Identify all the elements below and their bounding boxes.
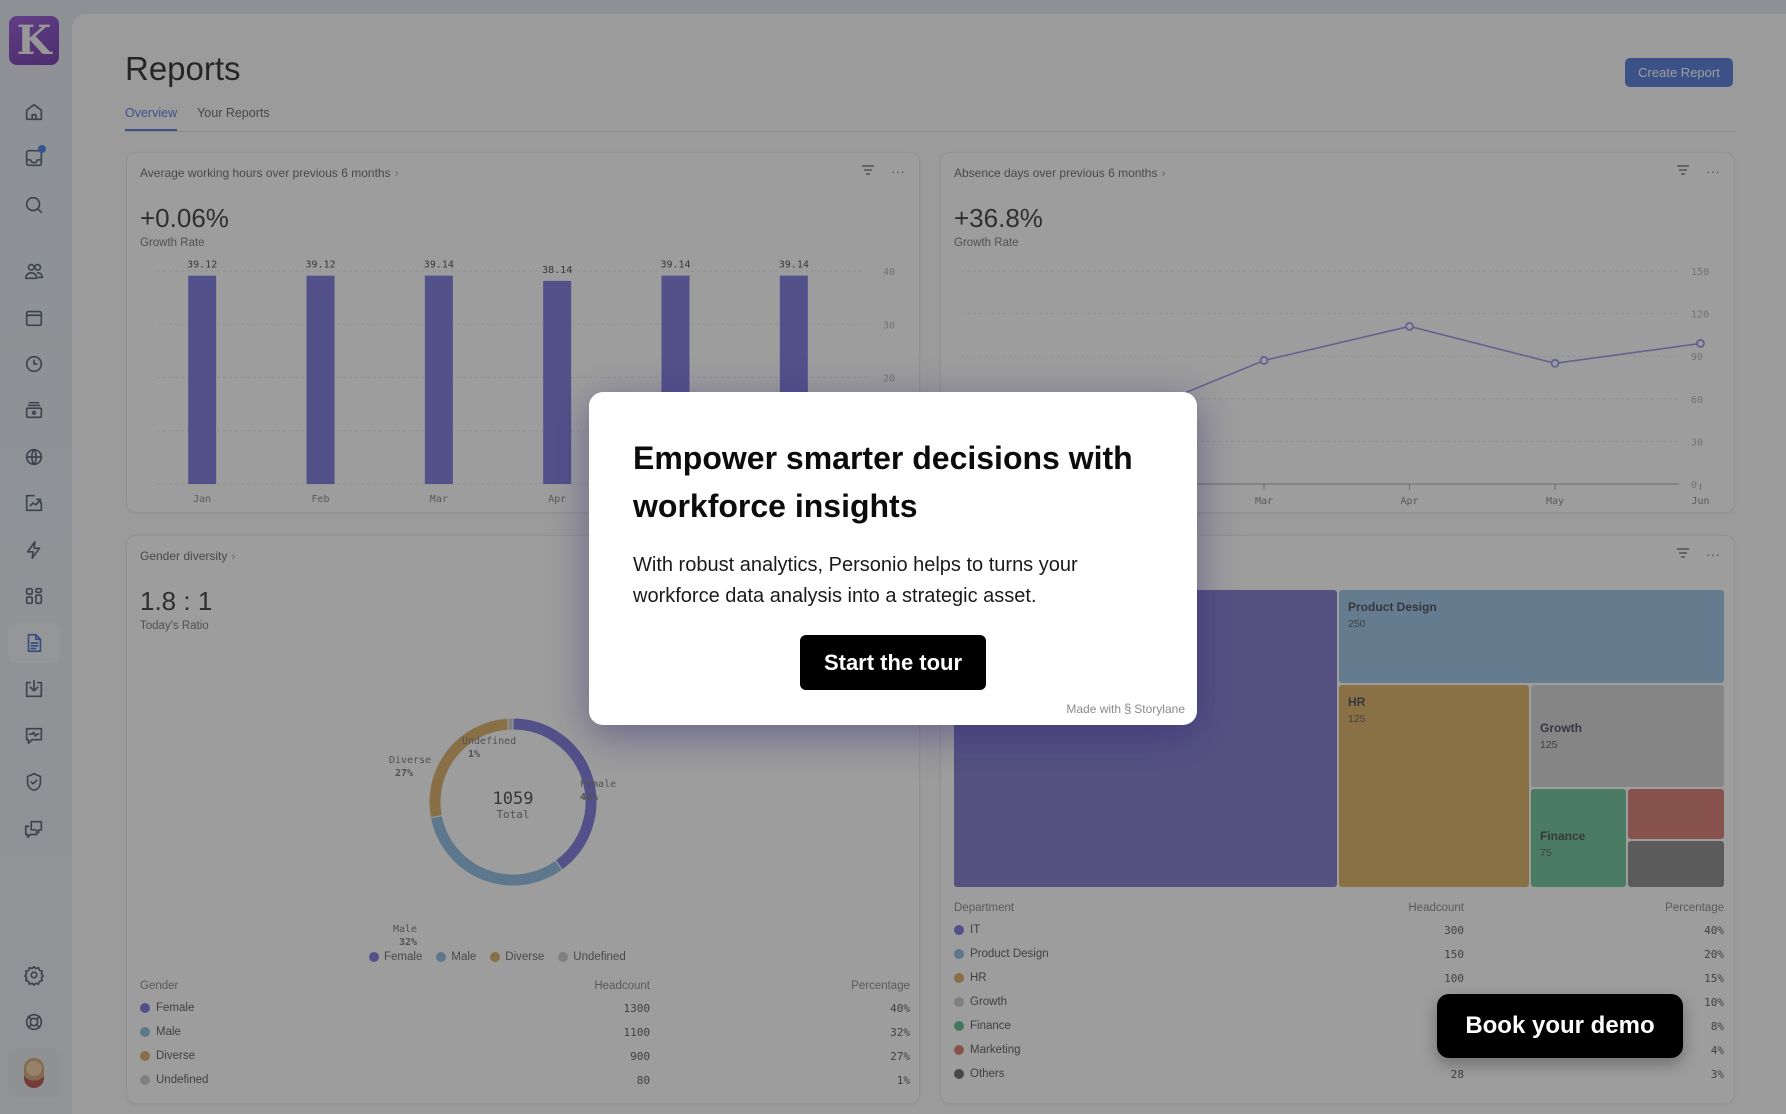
storylane-logo-icon: § (1124, 701, 1132, 716)
app-root: K (0, 0, 1786, 1114)
storylane-brand: Storylane (1134, 701, 1185, 716)
modal-title: Empower smarter decisions with workforce… (633, 440, 1133, 524)
storylane-attribution[interactable]: Made with § Storylane (1066, 701, 1185, 716)
modal-body: With robust analytics, Personio helps to… (633, 554, 1078, 607)
start-tour-button[interactable]: Start the tour (800, 635, 986, 690)
tour-modal: Empower smarter decisions with workforce… (589, 392, 1197, 725)
made-with-text: Made with (1066, 701, 1122, 716)
book-demo-button[interactable]: Book your demo (1437, 994, 1683, 1058)
